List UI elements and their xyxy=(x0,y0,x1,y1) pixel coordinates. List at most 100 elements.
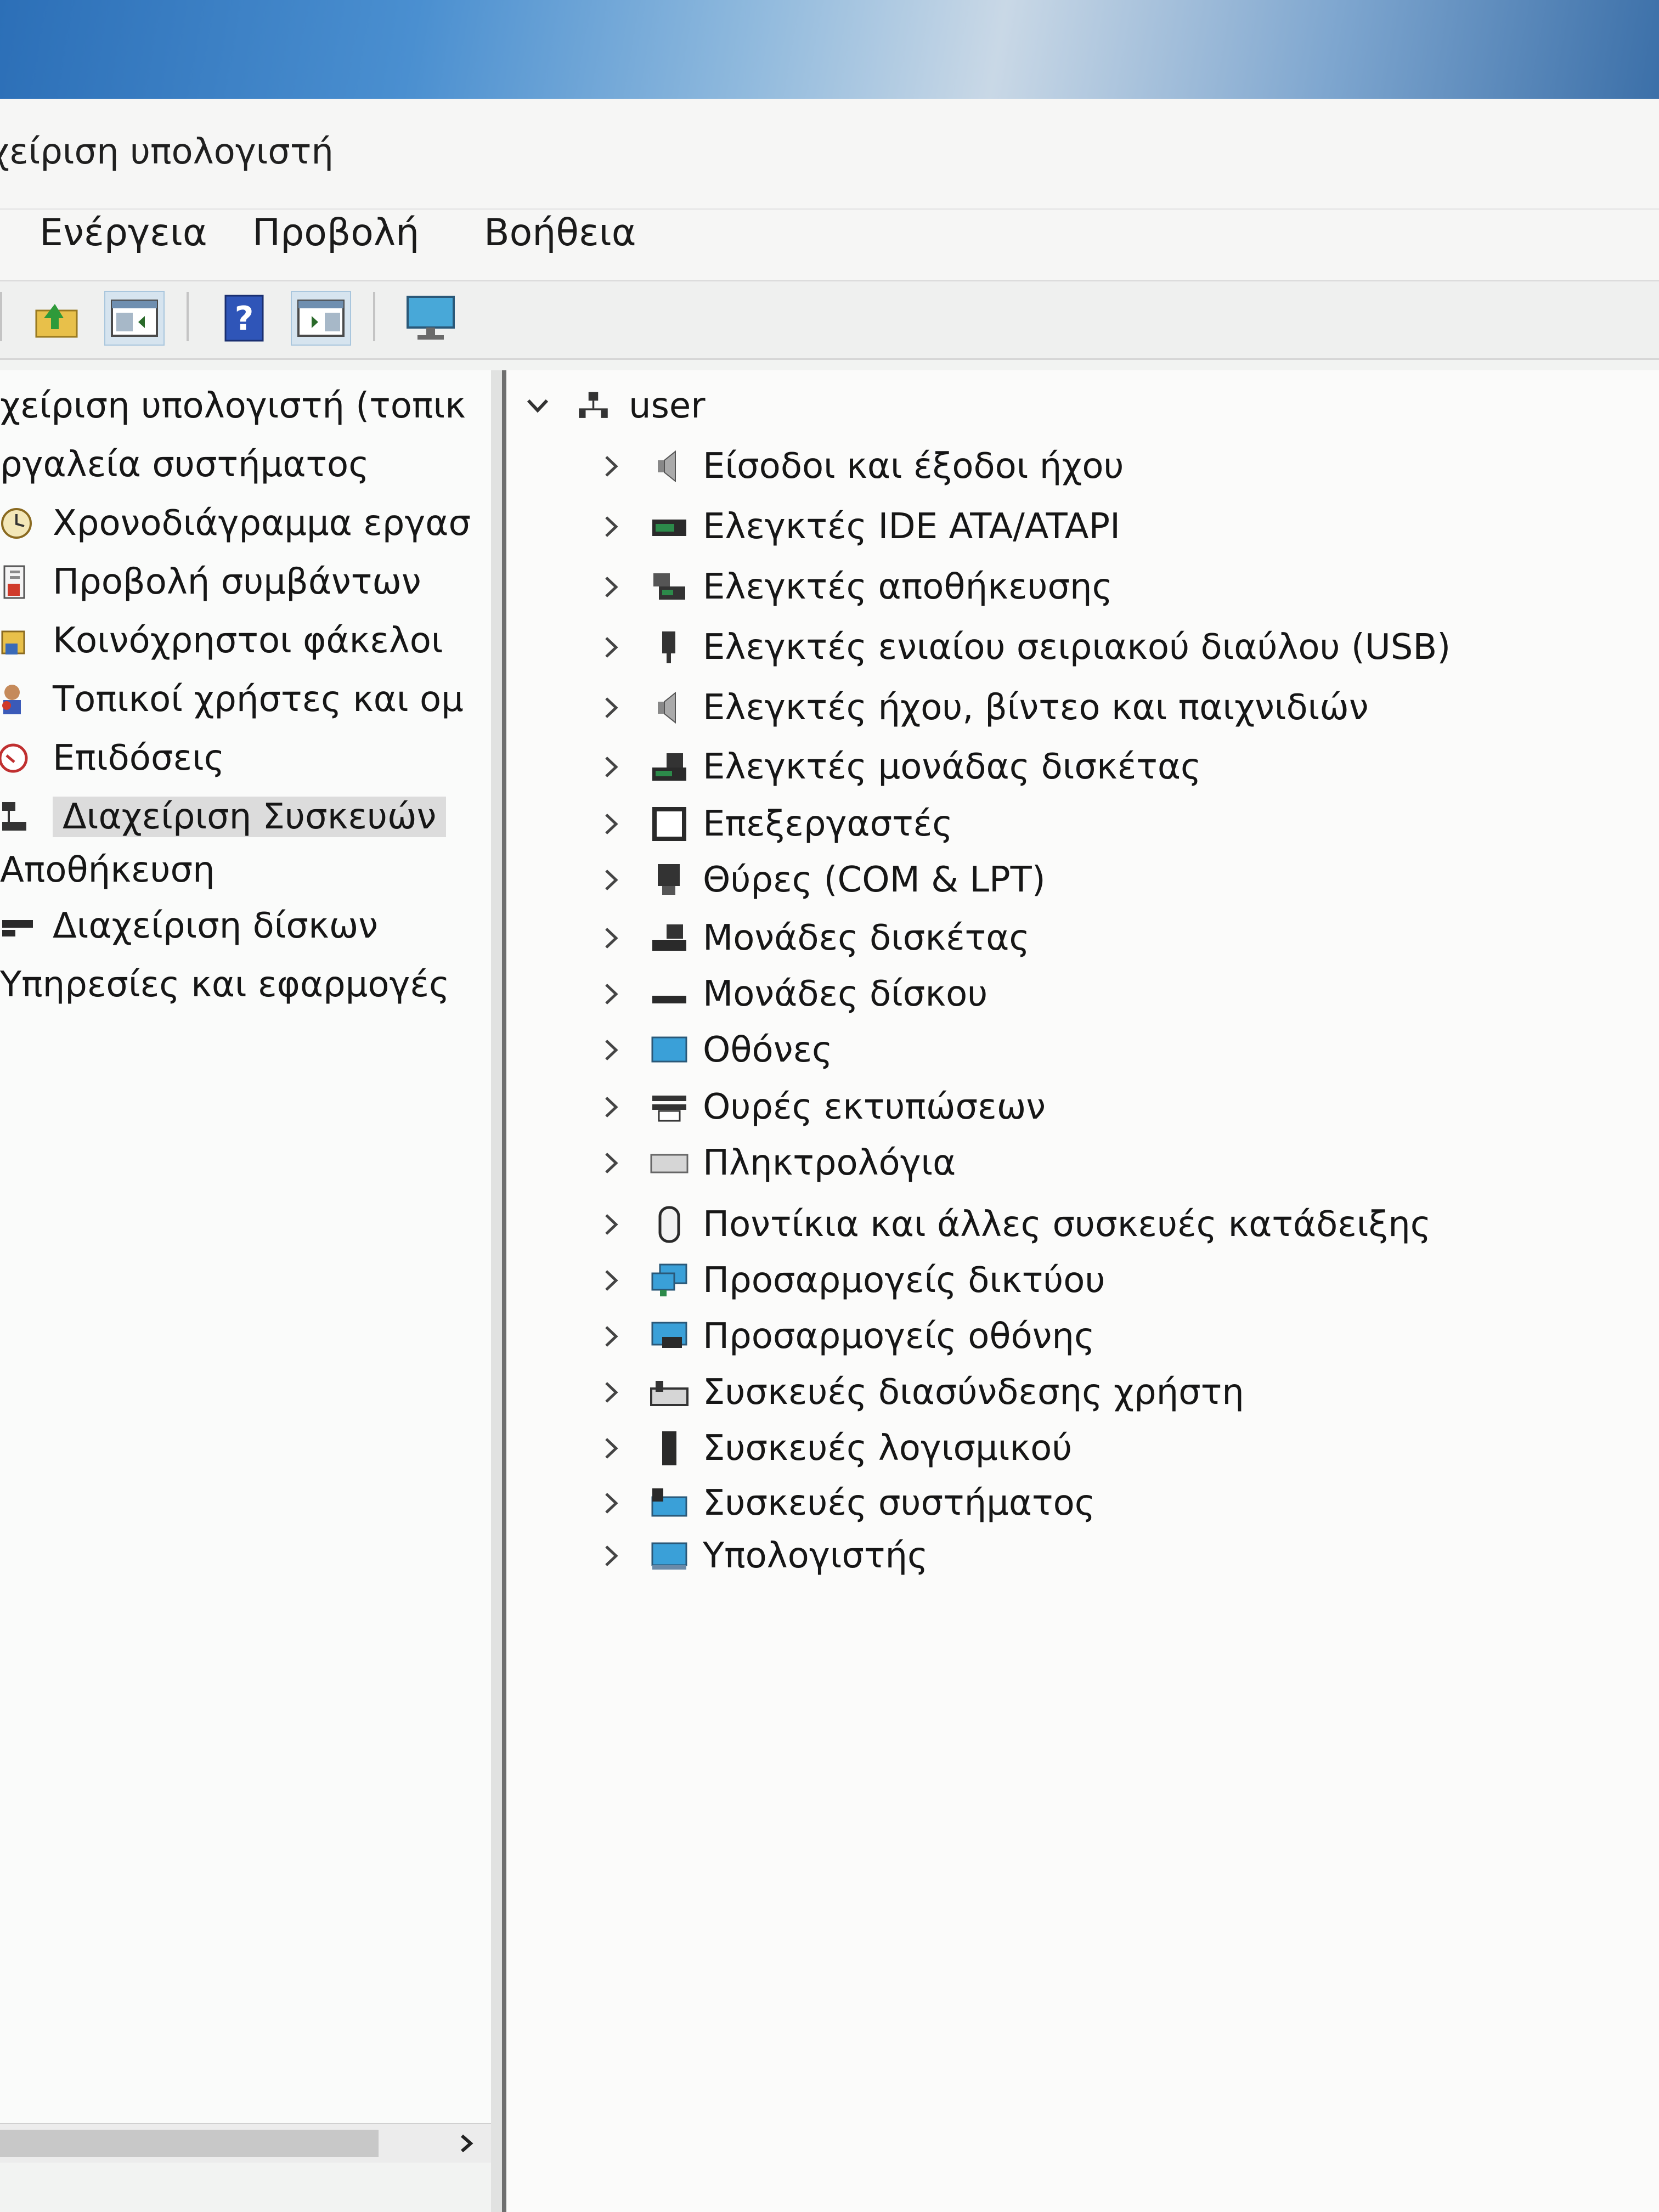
disk-drive-icon xyxy=(650,975,689,1013)
event-viewer-icon xyxy=(0,563,38,601)
menu-help[interactable]: Βοήθεια xyxy=(484,211,636,255)
expand-button[interactable] xyxy=(595,1320,628,1353)
expand-button[interactable] xyxy=(595,808,628,840)
help-button[interactable]: ? xyxy=(214,291,274,346)
chevron-right-icon xyxy=(605,637,618,658)
tree-item-computer-management[interactable]: χείριση υπολογιστή (τοπικ xyxy=(0,379,466,433)
software-device-icon xyxy=(650,1429,689,1468)
device-category-row[interactable]: Οθόνες xyxy=(595,1023,833,1077)
toolbar-separator xyxy=(373,292,375,341)
monitor-button[interactable] xyxy=(400,291,461,346)
tree-item-system-tools[interactable]: ργαλεία συστήματος xyxy=(0,437,369,492)
tree-label: Διαχείριση δίσκων xyxy=(53,906,379,946)
expand-button[interactable] xyxy=(595,922,628,955)
expand-button[interactable] xyxy=(595,751,628,783)
scroll-right-button[interactable] xyxy=(450,2127,483,2160)
device-category-row[interactable]: Ελεγκτές ενιαίου σειριακού διαύλου (USB) xyxy=(595,620,1451,675)
device-category-row[interactable]: Ουρές εκτυπώσεων xyxy=(595,1080,1046,1135)
up-folder-button[interactable] xyxy=(27,291,88,346)
toolbar-separator xyxy=(187,292,189,341)
device-category-row[interactable]: Υπολογιστής xyxy=(595,1528,928,1583)
expand-button[interactable] xyxy=(595,1091,628,1124)
show-hide-action-pane-icon xyxy=(297,300,345,337)
device-category-row[interactable]: Μονάδες δισκέτας xyxy=(595,911,1030,966)
hid-icon xyxy=(650,1373,689,1412)
device-tree-root[interactable]: user xyxy=(521,379,706,433)
expand-button[interactable] xyxy=(595,978,628,1011)
device-category-label: Πληκτρολόγια xyxy=(703,1143,956,1183)
device-category-row[interactable]: Επεξεργαστές xyxy=(595,797,953,851)
device-category-row[interactable]: Ποντίκια και άλλες συσκευές κατάδειξης xyxy=(595,1197,1431,1252)
tree-label: Κοινόχρηστοι φάκελοι xyxy=(53,620,443,661)
device-category-row[interactable]: Συσκευές διασύνδεσης χρήστη xyxy=(595,1365,1244,1420)
expand-button[interactable] xyxy=(595,571,628,603)
expand-button[interactable] xyxy=(595,1208,628,1241)
tree-item-services-applications[interactable]: Υπηρεσίες και εφαρμογές xyxy=(0,957,450,1012)
expand-button[interactable] xyxy=(595,1487,628,1520)
expand-button[interactable] xyxy=(595,510,628,543)
device-category-row[interactable]: Προσαρμογείς οθόνης xyxy=(595,1309,1095,1364)
device-category-row[interactable]: Ελεγκτές IDE ATA/ATAPI xyxy=(595,499,1120,554)
chevron-right-icon xyxy=(461,2134,473,2153)
audio-video-icon xyxy=(650,689,689,727)
expand-button[interactable] xyxy=(595,631,628,664)
device-category-row[interactable]: Είσοδοι και έξοδοι ήχου xyxy=(595,439,1124,494)
printer-icon xyxy=(650,1088,689,1126)
chevron-right-icon xyxy=(605,1438,618,1459)
device-category-label: Επεξεργαστές xyxy=(703,804,953,844)
device-category-row[interactable]: Συσκευές λογισμικού xyxy=(595,1421,1072,1476)
title-bar[interactable]: χείριση υπολογιστή xyxy=(0,99,1659,208)
expand-button[interactable] xyxy=(595,450,628,483)
chevron-right-icon xyxy=(605,984,618,1005)
tree-item-disk-management[interactable]: Διαχείριση δίσκων xyxy=(0,899,378,953)
chevron-right-icon xyxy=(605,456,618,477)
chevron-right-icon xyxy=(605,928,618,949)
tree-item-shared-folders[interactable]: Κοινόχρηστοι φάκελοι xyxy=(0,613,443,668)
device-category-row[interactable]: Συσκευές συστήματος xyxy=(595,1476,1095,1531)
tree-label: Επιδόσεις xyxy=(53,738,225,778)
tree-item-local-users[interactable]: Τοπικοί χρήστες και ομ xyxy=(0,672,464,727)
device-category-label: Ποντίκια και άλλες συσκευές κατάδειξης xyxy=(703,1204,1431,1245)
device-category-label: Ελεγκτές μονάδας δισκέτας xyxy=(703,747,1201,787)
show-hide-console-tree-icon xyxy=(111,300,158,337)
keyboard-icon xyxy=(650,1144,689,1182)
device-category-label: Ελεγκτές αποθήκευσης xyxy=(703,567,1113,607)
tree-label: Προβολή συμβάντων xyxy=(53,562,421,602)
tree-item-storage[interactable]: Αποθήκευση xyxy=(0,843,215,898)
expand-button[interactable] xyxy=(595,1034,628,1066)
device-category-label: Μονάδες δισκέτας xyxy=(703,918,1030,958)
device-category-row[interactable]: Πληκτρολόγια xyxy=(595,1136,956,1190)
horizontal-scrollbar[interactable] xyxy=(0,2123,491,2163)
device-category-row[interactable]: Μονάδες δίσκου xyxy=(595,967,988,1022)
computer-network-icon xyxy=(576,387,614,425)
tree-label: Τοπικοί χρήστες και ομ xyxy=(53,679,464,720)
device-category-row[interactable]: Ελεγκτές ήχου, βίντεο και παιχνιδιών xyxy=(595,680,1369,735)
processor-icon xyxy=(650,805,689,843)
expand-button[interactable] xyxy=(595,1376,628,1409)
chevron-right-icon xyxy=(605,516,618,537)
collapse-button[interactable] xyxy=(521,390,554,422)
tree-label: Διαχείριση Συσκευών xyxy=(53,797,447,837)
pane-splitter[interactable] xyxy=(491,370,502,2212)
tree-item-task-scheduler[interactable]: Χρονοδιάγραμμα εργασ xyxy=(0,496,471,551)
device-category-row[interactable]: Θύρες (COM & LPT) xyxy=(595,853,1046,907)
menu-view[interactable]: Προβολή xyxy=(252,211,419,255)
show-hide-action-pane-button[interactable] xyxy=(291,291,351,346)
tree-item-performance[interactable]: Επιδόσεις xyxy=(0,731,224,786)
tree-item-event-viewer[interactable]: Προβολή συμβάντων xyxy=(0,555,421,610)
tree-item-device-manager[interactable]: Διαχείριση Συσκευών xyxy=(0,789,447,844)
device-category-row[interactable]: Προσαρμογείς δικτύου xyxy=(595,1253,1105,1308)
window-title: χείριση υπολογιστή xyxy=(0,132,334,172)
expand-button[interactable] xyxy=(595,1539,628,1572)
expand-button[interactable] xyxy=(595,1432,628,1465)
expand-button[interactable] xyxy=(595,864,628,896)
show-hide-console-tree-button[interactable] xyxy=(104,291,165,346)
device-category-row[interactable]: Ελεγκτές μονάδας δισκέτας xyxy=(595,740,1201,794)
expand-button[interactable] xyxy=(595,691,628,724)
menu-action[interactable]: Ενέργεια xyxy=(40,211,207,255)
expand-button[interactable] xyxy=(595,1264,628,1297)
scrollbar-thumb[interactable] xyxy=(0,2130,379,2157)
device-category-row[interactable]: Ελεγκτές αποθήκευσης xyxy=(595,560,1113,614)
expand-button[interactable] xyxy=(595,1147,628,1180)
tree-label: ργαλεία συστήματος xyxy=(0,444,369,485)
